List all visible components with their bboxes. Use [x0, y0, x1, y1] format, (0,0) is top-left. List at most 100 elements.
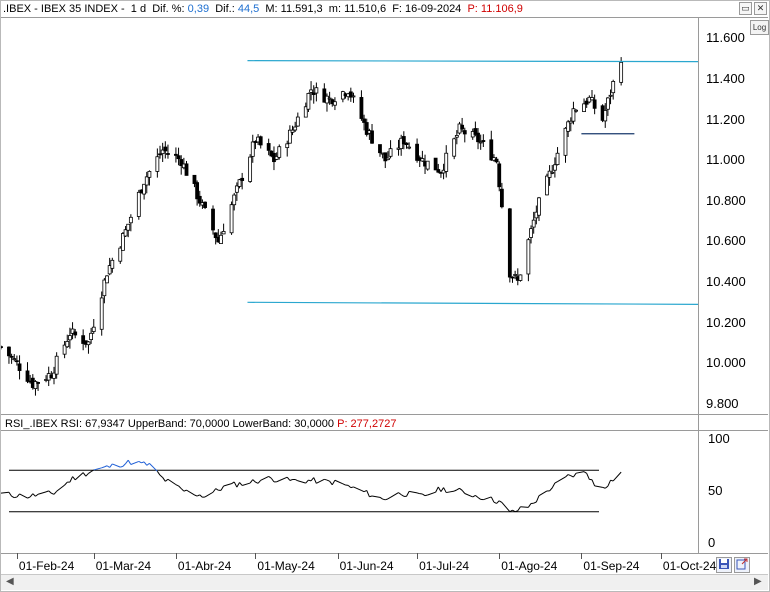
rsi-line	[437, 486, 442, 492]
candle-body	[563, 127, 568, 156]
rsi-line	[165, 478, 169, 482]
restore-button[interactable]: ▭	[739, 2, 752, 15]
candle-body	[481, 140, 486, 142]
rsi-line	[390, 492, 399, 498]
rsi-line	[477, 497, 481, 500]
rsi-line	[194, 494, 198, 497]
rsi-line	[427, 491, 436, 496]
candle-body	[309, 89, 313, 93]
rsi-line	[1, 491, 10, 494]
rsi-line	[156, 471, 161, 476]
candle-body	[184, 163, 189, 176]
candle-body	[518, 274, 523, 281]
trendline	[247, 60, 698, 63]
save-icon[interactable]	[716, 557, 732, 573]
candle-body	[510, 276, 515, 279]
rsi-line	[586, 473, 590, 480]
rsi-line	[353, 486, 362, 491]
scroll-left-icon[interactable]: ◀	[6, 576, 14, 587]
candle-body	[314, 87, 319, 94]
rsi-line	[276, 480, 280, 483]
export-icon[interactable]	[734, 557, 750, 573]
candle-body	[529, 228, 533, 238]
candle-body	[359, 97, 364, 119]
rsi-line	[146, 462, 150, 466]
candle-body	[526, 239, 531, 275]
rsi-line	[369, 495, 373, 498]
candle-body	[582, 103, 586, 113]
rsi-line	[573, 472, 577, 478]
candle-body	[158, 153, 162, 156]
candle-body	[7, 346, 11, 357]
rsi-line	[443, 487, 447, 493]
price-tick-label: 11.400	[706, 70, 745, 86]
candle-body	[293, 126, 298, 131]
rsi-line	[53, 490, 58, 495]
rsi-line	[120, 465, 124, 468]
price-tick-label: 10.000	[706, 355, 746, 371]
rsi-line	[82, 472, 87, 477]
axis-separator	[698, 17, 699, 553]
rsi-line	[456, 487, 460, 491]
candle-body	[126, 223, 131, 231]
price-tick-label: 11.000	[706, 152, 745, 168]
rsi-line	[459, 487, 463, 491]
rsi-line	[305, 479, 309, 484]
candle-body	[388, 148, 393, 157]
rsi-line	[56, 484, 65, 492]
rsi-line	[143, 461, 148, 466]
rsi-line	[400, 494, 405, 497]
rsi-line	[106, 465, 110, 468]
rsi-line	[464, 493, 473, 498]
rsi-line	[331, 480, 336, 486]
rsi-line	[204, 491, 214, 498]
candle-body	[136, 191, 141, 217]
rsi-tick-label: 0	[708, 535, 716, 550]
candle-body	[574, 109, 578, 112]
close-button[interactable]: ✕	[754, 2, 767, 15]
candle-body	[404, 142, 409, 146]
rsi-line	[196, 494, 200, 497]
log-scale-button[interactable]: Log	[750, 20, 769, 35]
candle-body	[91, 326, 96, 332]
candle-body	[123, 229, 128, 237]
rsi-line	[159, 474, 163, 478]
rsi-line	[186, 489, 195, 496]
candle-body	[295, 116, 300, 127]
candle-body	[611, 81, 616, 94]
rsi-line	[88, 471, 92, 474]
candle-body	[128, 216, 133, 224]
rsi-tick-label: 50	[708, 483, 723, 498]
candle-body	[9, 355, 14, 358]
candle-body	[86, 341, 91, 346]
candle-body	[497, 163, 502, 188]
rsi-chart[interactable]	[1, 431, 698, 553]
price-tick-label: 9.800	[706, 395, 739, 411]
candle-body	[545, 175, 549, 196]
date-tick	[93, 553, 95, 559]
rsi-line	[570, 475, 574, 478]
rsi-line	[220, 485, 225, 491]
rsi-line	[493, 501, 497, 504]
rsi-line	[475, 495, 479, 498]
rsi-line	[435, 486, 439, 493]
candle-body	[460, 124, 465, 130]
candle-body	[240, 177, 245, 181]
horizontal-scrollbar[interactable]	[1, 574, 768, 590]
candle-body	[234, 185, 239, 193]
p-label: P: 11.106,9	[467, 3, 523, 15]
rsi-line	[398, 492, 402, 496]
rsi-line	[310, 477, 315, 482]
candle-body	[211, 208, 215, 231]
rsi-line	[112, 463, 121, 468]
price-chart[interactable]	[1, 18, 698, 414]
max-label: M: 11.591,3	[265, 3, 323, 15]
rsi-line	[409, 490, 418, 494]
scroll-right-icon[interactable]: ▶	[754, 576, 762, 587]
date-tick	[337, 553, 339, 559]
date-label: F: 16-09-2024	[392, 3, 462, 15]
candle-body	[232, 194, 237, 206]
dif-pct-value: 0,39	[187, 3, 210, 15]
rsi-line	[334, 479, 344, 485]
candle-body	[378, 144, 382, 154]
